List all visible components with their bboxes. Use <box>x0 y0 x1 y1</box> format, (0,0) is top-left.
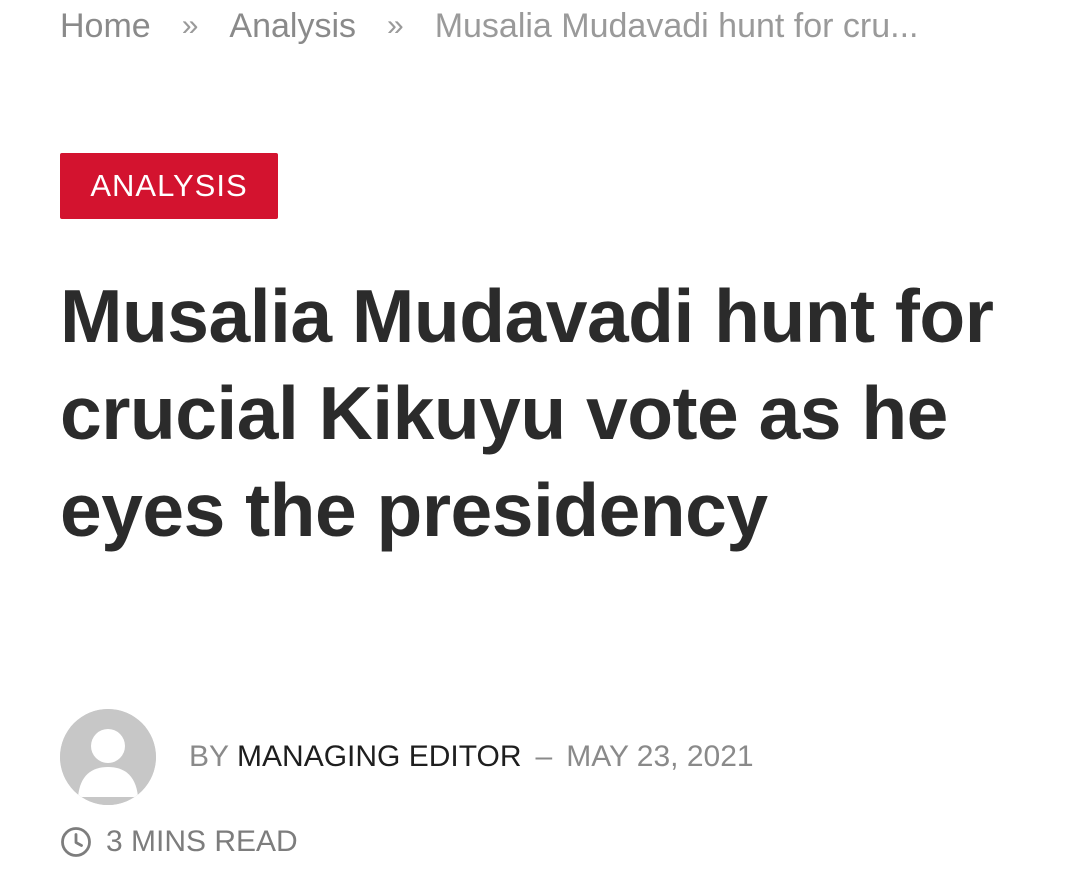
breadcrumb: Home » Analysis » Musalia Mudavadi hunt … <box>60 4 1020 48</box>
read-time-label: 3 MINS READ <box>106 825 298 858</box>
default-user-avatar-icon[interactable] <box>60 709 156 805</box>
publish-date: MAY 23, 2021 <box>566 740 754 773</box>
meta-separator: – <box>535 740 553 773</box>
clock-icon <box>60 826 92 858</box>
article-meta: BY MANAGING EDITOR – MAY 23, 2021 <box>60 709 754 805</box>
breadcrumb-separator: » <box>181 9 199 42</box>
breadcrumb-current-page: Musalia Mudavadi hunt for cru... <box>434 6 919 45</box>
by-label: BY <box>189 740 230 773</box>
read-time: 3 MINS READ <box>60 822 298 862</box>
category-badge-analysis[interactable]: ANALYSIS <box>60 153 278 219</box>
byline: BY MANAGING EDITOR – MAY 23, 2021 <box>189 740 754 774</box>
breadcrumb-analysis-link[interactable]: Analysis <box>229 7 356 46</box>
author-name-link[interactable]: MANAGING EDITOR <box>237 740 521 774</box>
breadcrumb-home-link[interactable]: Home <box>60 7 151 46</box>
breadcrumb-separator: » <box>387 9 404 42</box>
article-title: Musalia Mudavadi hunt for crucial Kikuyu… <box>60 274 994 552</box>
